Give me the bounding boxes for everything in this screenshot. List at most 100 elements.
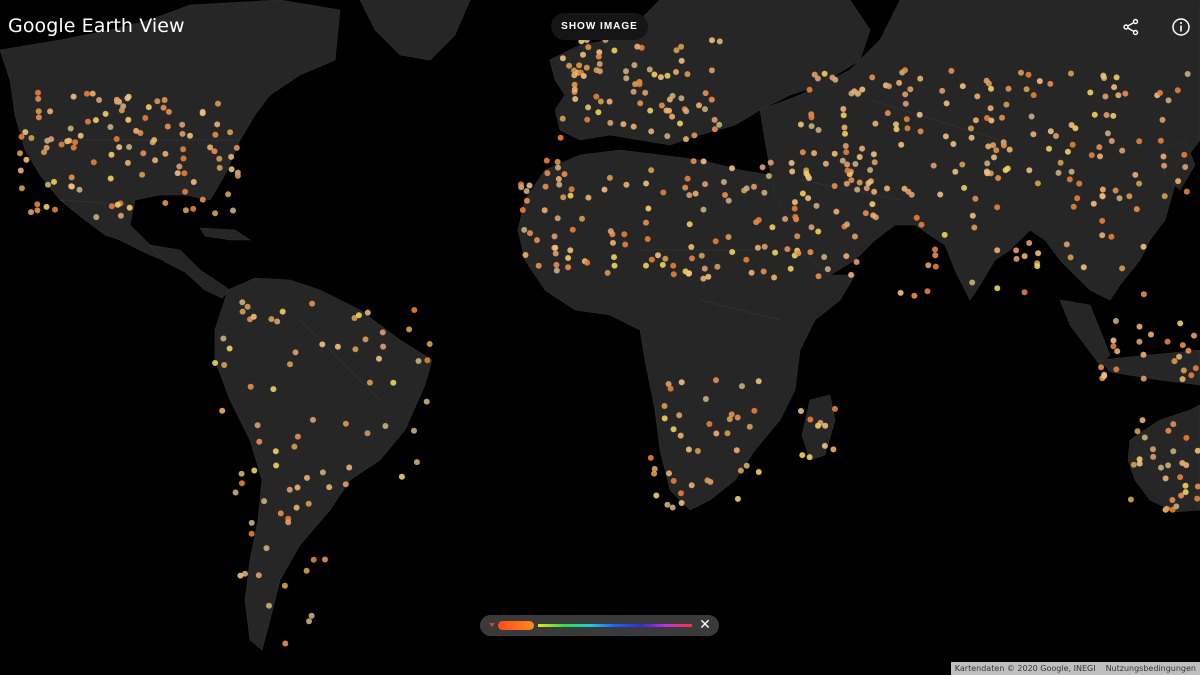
- location-dot[interactable]: [806, 454, 813, 461]
- location-dot[interactable]: [969, 279, 976, 286]
- location-dot[interactable]: [815, 127, 822, 133]
- location-dot[interactable]: [852, 161, 859, 167]
- location-dot[interactable]: [379, 329, 386, 336]
- location-dot[interactable]: [1141, 434, 1148, 441]
- location-dot[interactable]: [1116, 195, 1123, 202]
- location-dot[interactable]: [1057, 159, 1064, 166]
- location-dot[interactable]: [893, 121, 899, 128]
- location-dot[interactable]: [565, 264, 572, 271]
- location-dot[interactable]: [1023, 86, 1030, 93]
- location-dot[interactable]: [239, 308, 246, 315]
- location-dot[interactable]: [584, 259, 591, 266]
- share-button[interactable]: [1118, 14, 1144, 40]
- location-dot[interactable]: [1163, 505, 1170, 512]
- location-dot[interactable]: [34, 207, 41, 214]
- location-dot[interactable]: [691, 132, 698, 139]
- location-dot[interactable]: [1098, 364, 1105, 371]
- location-dot[interactable]: [859, 86, 866, 93]
- location-dot[interactable]: [23, 156, 30, 163]
- location-dot[interactable]: [688, 244, 695, 250]
- location-dot[interactable]: [207, 144, 214, 151]
- location-dot[interactable]: [1112, 318, 1119, 324]
- location-dot[interactable]: [643, 180, 650, 187]
- location-dot[interactable]: [651, 470, 658, 477]
- location-dot[interactable]: [1122, 90, 1129, 97]
- location-dot[interactable]: [604, 269, 611, 276]
- location-dot[interactable]: [544, 170, 551, 177]
- location-dot[interactable]: [623, 181, 630, 188]
- location-dot[interactable]: [767, 159, 774, 166]
- location-dot[interactable]: [70, 93, 77, 100]
- location-dot[interactable]: [555, 164, 561, 171]
- location-dot[interactable]: [221, 362, 228, 368]
- location-dot[interactable]: [68, 183, 75, 190]
- location-dot[interactable]: [1046, 145, 1052, 152]
- location-dot[interactable]: [346, 464, 353, 471]
- location-dot[interactable]: [113, 136, 120, 142]
- location-dot[interactable]: [596, 68, 603, 75]
- location-dot[interactable]: [541, 207, 548, 214]
- location-dot[interactable]: [90, 159, 97, 166]
- location-dot[interactable]: [1113, 366, 1120, 373]
- location-dot[interactable]: [952, 168, 959, 175]
- location-dot[interactable]: [1068, 168, 1075, 175]
- location-dot[interactable]: [993, 147, 1000, 154]
- location-dot[interactable]: [1097, 153, 1103, 160]
- location-dot[interactable]: [35, 95, 42, 102]
- location-dot[interactable]: [621, 231, 628, 238]
- location-dot[interactable]: [199, 196, 206, 203]
- location-dot[interactable]: [559, 55, 566, 62]
- location-dot[interactable]: [51, 178, 57, 185]
- location-dot[interactable]: [77, 132, 84, 139]
- location-dot[interactable]: [1101, 373, 1108, 379]
- location-dot[interactable]: [1070, 203, 1077, 210]
- location-dot[interactable]: [1090, 200, 1097, 207]
- location-dot[interactable]: [821, 442, 828, 449]
- location-dot[interactable]: [716, 121, 723, 128]
- location-dot[interactable]: [268, 316, 275, 323]
- location-dot[interactable]: [17, 167, 24, 174]
- location-dot[interactable]: [902, 100, 909, 107]
- location-dot[interactable]: [187, 132, 193, 139]
- location-dot[interactable]: [526, 182, 533, 189]
- location-dot[interactable]: [611, 262, 618, 269]
- location-dot[interactable]: [380, 343, 387, 350]
- location-dot[interactable]: [821, 254, 828, 260]
- location-dot[interactable]: [884, 110, 891, 117]
- location-dot[interactable]: [579, 215, 585, 222]
- location-dot[interactable]: [807, 249, 814, 256]
- location-dot[interactable]: [832, 76, 839, 83]
- location-dot[interactable]: [729, 249, 736, 255]
- location-dot[interactable]: [1018, 69, 1024, 76]
- location-dot[interactable]: [165, 108, 172, 115]
- location-dot[interactable]: [1165, 427, 1172, 434]
- location-dot[interactable]: [972, 117, 979, 124]
- location-dot[interactable]: [702, 90, 709, 97]
- location-dot[interactable]: [270, 386, 277, 393]
- location-dot[interactable]: [1134, 428, 1141, 435]
- location-dot[interactable]: [813, 202, 820, 209]
- location-dot[interactable]: [634, 43, 641, 50]
- location-dot[interactable]: [279, 308, 286, 315]
- location-dot[interactable]: [58, 141, 65, 148]
- location-dot[interactable]: [1053, 133, 1059, 139]
- location-dot[interactable]: [1132, 171, 1139, 178]
- location-dot[interactable]: [848, 271, 855, 278]
- location-dot[interactable]: [282, 640, 289, 647]
- location-dot[interactable]: [761, 189, 768, 196]
- location-dot[interactable]: [256, 438, 263, 445]
- location-dot[interactable]: [1174, 87, 1181, 94]
- location-dot[interactable]: [1140, 351, 1147, 358]
- location-dot[interactable]: [216, 155, 223, 162]
- location-dot[interactable]: [596, 61, 603, 67]
- location-dot[interactable]: [1013, 247, 1020, 254]
- location-dot[interactable]: [918, 221, 925, 228]
- location-dot[interactable]: [814, 75, 821, 82]
- location-dot[interactable]: [630, 123, 637, 130]
- location-dot[interactable]: [182, 188, 189, 195]
- location-dot[interactable]: [988, 85, 994, 92]
- location-dot[interactable]: [733, 447, 740, 454]
- location-dot[interactable]: [623, 75, 630, 82]
- location-dot[interactable]: [352, 346, 359, 353]
- location-dot[interactable]: [22, 129, 29, 136]
